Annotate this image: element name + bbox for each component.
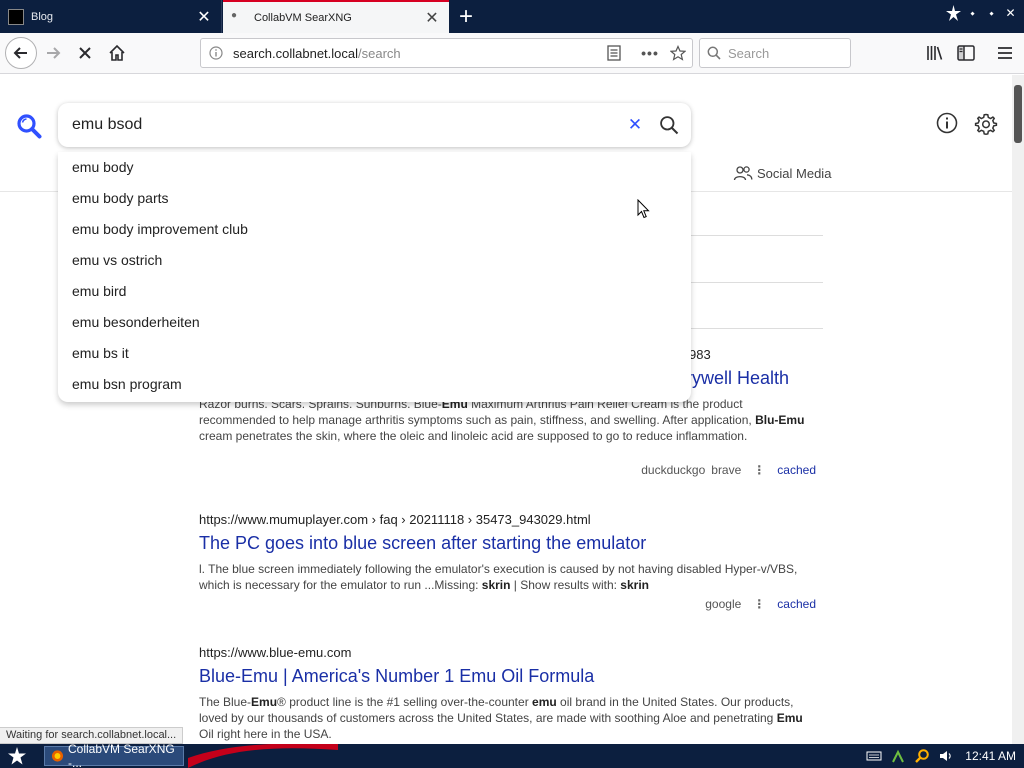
home-icon xyxy=(109,44,125,61)
cached-link[interactable]: cached xyxy=(777,597,816,611)
url-path: /search xyxy=(358,45,401,61)
sidebar-button[interactable] xyxy=(951,38,981,68)
library-icon xyxy=(927,46,943,60)
hamburger-icon xyxy=(998,47,1012,59)
search-query-input[interactable] xyxy=(72,116,612,134)
more-dots-icon: ⋮ xyxy=(753,463,766,477)
result-content: l. The blue screen immediately following… xyxy=(199,562,798,592)
engine-label: google xyxy=(705,597,742,611)
autocomplete-suggestion[interactable]: emu bs it xyxy=(58,338,691,369)
about-info-icon[interactable] xyxy=(936,112,958,134)
autocomplete-suggestion[interactable]: emu vs ostrich xyxy=(58,245,691,276)
result-title[interactable]: Blue-Emu | America's Number 1 Emu Oil Fo… xyxy=(199,666,819,687)
result-item: https://www.blue-emu.com Blue-Emu | Amer… xyxy=(199,645,819,744)
autocomplete-suggestion[interactable]: emu bsn program xyxy=(58,369,691,400)
close-window-icon[interactable]: ✕ xyxy=(1001,2,1020,24)
system-tray: 12:41 AM xyxy=(865,744,1024,768)
status-bar: Waiting for search.collabnet.local... xyxy=(0,727,184,744)
new-tab-button[interactable]: + xyxy=(452,0,480,33)
forward-button[interactable] xyxy=(38,38,68,68)
autocomplete-suggestion[interactable]: emu body parts xyxy=(58,183,691,214)
forward-arrow-icon xyxy=(47,47,61,59)
loading-dot-icon: ● xyxy=(231,9,238,21)
preferences-gear-icon[interactable] xyxy=(974,112,998,136)
url-bar[interactable]: search.collabnet.local/search ••• xyxy=(200,38,693,68)
search-tray-icon[interactable] xyxy=(913,747,931,765)
back-arrow-icon xyxy=(13,47,27,59)
page-scrollbar[interactable] xyxy=(1012,75,1024,744)
taskbar-decoration xyxy=(188,744,338,768)
tab-strip: Blog ✕ ● CollabVM SearXNG ✕ + ⬩ ⬩ ✕ xyxy=(0,0,1024,33)
start-menu-icon[interactable] xyxy=(6,746,28,766)
query-box: ✕ xyxy=(58,103,691,147)
taskbar-window-button[interactable]: CollabVM SearXNG -... xyxy=(44,742,184,768)
browser-search-bar[interactable] xyxy=(699,38,851,68)
url-text[interactable]: search.collabnet.local/search xyxy=(233,46,600,61)
autocomplete-suggestion[interactable]: emu bird xyxy=(58,276,691,307)
more-dots-icon: ⋮ xyxy=(753,597,766,611)
close-tab-icon[interactable]: ✕ xyxy=(195,8,213,26)
autocomplete-suggestion[interactable]: emu body improvement club xyxy=(58,214,691,245)
cached-link[interactable]: cached xyxy=(777,463,816,477)
tab-social-label: Social Media xyxy=(757,165,832,181)
sidebar-icon xyxy=(957,45,975,61)
firefox-icon xyxy=(51,750,64,762)
hamburger-menu-button[interactable] xyxy=(990,38,1020,68)
network-icon[interactable] xyxy=(889,747,907,765)
result-title[interactable]: The PC goes into blue screen after start… xyxy=(199,533,819,554)
tab-searxng[interactable]: ● CollabVM SearXNG ✕ xyxy=(223,0,449,33)
page-actions-icon[interactable]: ••• xyxy=(636,39,664,67)
search-icon xyxy=(700,46,728,60)
back-button[interactable] xyxy=(5,37,37,69)
blog-favicon-icon xyxy=(8,8,24,25)
search-icon xyxy=(660,116,679,135)
scrollbar-thumb[interactable] xyxy=(1014,85,1022,143)
engine-label: duckduckgo xyxy=(641,463,706,477)
result-engines: duckduckgo brave ⋮ cached xyxy=(641,463,816,477)
result-url[interactable]: https://www.mumuplayer.com › faq › 20211… xyxy=(199,512,819,527)
clear-query-icon[interactable]: ✕ xyxy=(625,115,645,135)
clock[interactable]: 12:41 AM xyxy=(965,749,1016,763)
tab-title: CollabVM SearXNG xyxy=(254,11,352,24)
os-taskbar: CollabVM SearXNG -... 12:41 AM xyxy=(0,742,1024,768)
taskbar-window-label: CollabVM SearXNG -... xyxy=(67,742,175,768)
window-menu-icon[interactable] xyxy=(944,2,963,24)
searxng-logo-icon[interactable] xyxy=(16,113,42,139)
site-info-icon[interactable] xyxy=(207,44,225,62)
autocomplete-dropdown: emu body emu body parts emu body improveme… xyxy=(58,152,691,402)
result-url[interactable]: https://www.blue-emu.com xyxy=(199,645,819,660)
close-tab-icon[interactable]: ✕ xyxy=(423,9,441,27)
submit-search-button[interactable] xyxy=(657,113,681,137)
bookmark-star-icon[interactable] xyxy=(664,39,692,67)
home-button[interactable] xyxy=(102,38,132,68)
tab-title: Blog xyxy=(31,10,54,23)
url-host: search.collabnet.local xyxy=(233,45,359,61)
nav-toolbar: search.collabnet.local/search ••• xyxy=(0,33,1024,74)
stop-button[interactable] xyxy=(70,38,100,68)
browser-search-input[interactable] xyxy=(728,45,838,61)
tab-blog[interactable]: Blog ✕ xyxy=(0,0,222,33)
page-content: ✕ iles Social Media 983 erywell Health R… xyxy=(0,75,1012,744)
keyboard-icon[interactable] xyxy=(865,747,883,765)
tab-social-media[interactable]: Social Media xyxy=(733,165,831,181)
autocomplete-suggestion[interactable]: emu besonderheiten xyxy=(58,307,691,338)
stop-x-icon xyxy=(79,47,91,59)
mouse-cursor-icon xyxy=(637,199,650,219)
result-content: Razor burns. Scars. Sprains. Sunburns. B… xyxy=(199,397,805,443)
maximize-icon[interactable]: ⬩ xyxy=(982,2,1001,24)
result-engines: google ⋮ cached xyxy=(705,597,816,611)
engine-label: brave xyxy=(711,463,742,477)
speaker-icon[interactable] xyxy=(937,747,955,765)
library-button[interactable] xyxy=(920,38,950,68)
reader-view-icon[interactable] xyxy=(600,39,628,67)
minimize-icon[interactable]: ⬩ xyxy=(963,2,982,24)
people-icon xyxy=(733,166,753,181)
result-item: https://www.mumuplayer.com › faq › 20211… xyxy=(199,512,819,632)
window-controls: ⬩ ⬩ ✕ xyxy=(944,2,1020,24)
autocomplete-suggestion[interactable]: emu body xyxy=(58,152,691,183)
result-content: The Blue-Emu® product line is the #1 sel… xyxy=(199,695,803,741)
